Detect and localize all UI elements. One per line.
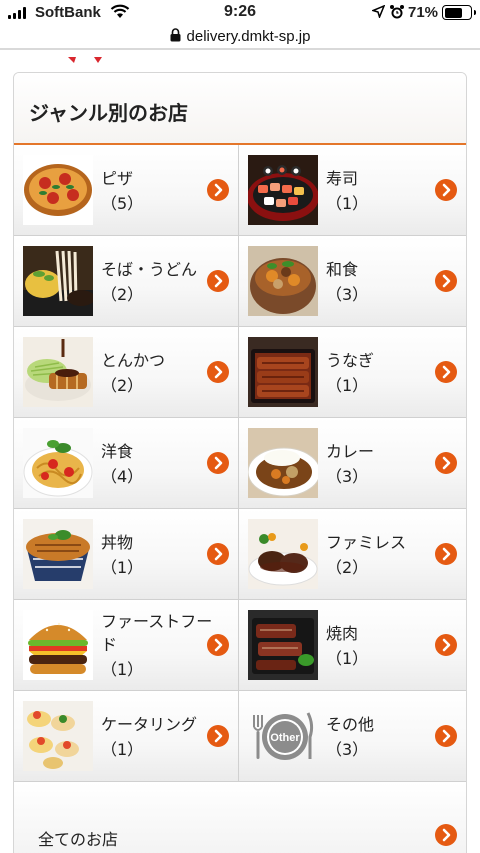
- chevron-right-icon[interactable]: [207, 543, 229, 565]
- genre-item-tonkatsu[interactable]: とんかつ （2）: [14, 327, 239, 418]
- genre-count: （1）: [101, 660, 144, 679]
- genre-grid: ピザ （5） 寿司 （1） そば・うどん （2） 和食 （3） とんかつ （2）…: [14, 145, 466, 782]
- tonkatsu-photo: [23, 337, 93, 407]
- genre-name: うなぎ: [326, 351, 375, 370]
- genre-name: 和食: [326, 260, 359, 279]
- sushi-photo: [248, 155, 318, 225]
- chevron-right-icon[interactable]: [207, 361, 229, 383]
- genre-count: （2）: [326, 558, 369, 577]
- unagi-photo: [248, 337, 318, 407]
- genre-count: （3）: [326, 740, 369, 759]
- chevron-right-icon[interactable]: [435, 361, 457, 383]
- genre-count: （3）: [326, 467, 369, 486]
- chevron-right-icon[interactable]: [435, 543, 457, 565]
- chevron-right-icon[interactable]: [435, 634, 457, 656]
- genre-count: （5）: [101, 194, 144, 213]
- genre-item-other[interactable]: Other その他 （3）: [239, 691, 466, 782]
- genre-item-washoku[interactable]: 和食 （3）: [239, 236, 466, 327]
- pizza-photo: [23, 155, 93, 225]
- genre-item-fastfood[interactable]: ファーストフード （1）: [14, 600, 239, 691]
- pasta-photo: [23, 428, 93, 498]
- site-logo-fragment: [66, 50, 106, 69]
- genre-count: （1）: [326, 649, 369, 668]
- lock-icon: [170, 27, 181, 46]
- chevron-right-icon[interactable]: [207, 634, 229, 656]
- curry-photo: [248, 428, 318, 498]
- genre-item-soba-udon[interactable]: そば・うどん （2）: [14, 236, 239, 327]
- genre-name: ファーストフード: [101, 612, 213, 654]
- genre-item-unagi[interactable]: うなぎ （1）: [239, 327, 466, 418]
- washoku-photo: [248, 246, 318, 316]
- genre-count: （2）: [101, 376, 144, 395]
- address-bar[interactable]: delivery.dmkt-sp.jp: [0, 24, 480, 48]
- genre-name: ファミレス: [326, 533, 407, 552]
- battery-icon: [442, 5, 476, 20]
- all-shops-label: 全てのお店: [38, 830, 119, 849]
- genre-count: （1）: [101, 740, 144, 759]
- soba-photo: [23, 246, 93, 316]
- chevron-right-icon[interactable]: [435, 270, 457, 292]
- genre-name: カレー: [326, 442, 375, 461]
- all-shops-link[interactable]: 全てのお店: [14, 782, 466, 853]
- location-icon: [370, 4, 386, 23]
- chevron-right-icon[interactable]: [435, 725, 457, 747]
- genre-item-yakiniku[interactable]: 焼肉 （1）: [239, 600, 466, 691]
- genre-item-yoshoku[interactable]: 洋食 （4）: [14, 418, 239, 509]
- genre-panel: ジャンル別のお店 ピザ （5） 寿司 （1） そば・うどん （2） 和食 （3）…: [13, 72, 467, 853]
- chevron-right-icon[interactable]: [207, 725, 229, 747]
- other-icon-text: Other: [270, 732, 300, 744]
- genre-name: 寿司: [326, 169, 359, 188]
- genre-item-curry[interactable]: カレー （3）: [239, 418, 466, 509]
- yakiniku-photo: [248, 610, 318, 680]
- other-plate-icon: Other: [248, 701, 318, 771]
- url-text: delivery.dmkt-sp.jp: [186, 27, 311, 45]
- genre-name: 洋食: [101, 442, 134, 461]
- genre-item-donburi[interactable]: 丼物 （1）: [14, 509, 239, 600]
- genre-item-catering[interactable]: ケータリング （1）: [14, 691, 239, 782]
- genre-name: 丼物: [101, 533, 134, 552]
- genre-name: とんかつ: [101, 351, 166, 370]
- genre-name: ケータリング: [101, 715, 198, 734]
- chevron-right-icon[interactable]: [207, 452, 229, 474]
- genre-item-famires[interactable]: ファミレス （2）: [239, 509, 466, 600]
- chevron-right-icon[interactable]: [435, 179, 457, 201]
- catering-photo: [23, 701, 93, 771]
- battery-percent: 71%: [408, 4, 439, 21]
- status-bar: SoftBank 9:26 71%: [0, 0, 480, 24]
- genre-item-sushi[interactable]: 寿司 （1）: [239, 145, 466, 236]
- panel-title: ジャンル別のお店: [29, 101, 188, 125]
- hamburg-photo: [248, 519, 318, 589]
- panel-header: ジャンル別のお店: [14, 73, 466, 145]
- genre-count: （2）: [101, 285, 144, 304]
- genre-name: 焼肉: [326, 624, 359, 643]
- genre-count: （4）: [101, 467, 144, 486]
- alarm-icon: [389, 4, 405, 25]
- genre-count: （1）: [326, 376, 369, 395]
- chevron-right-icon[interactable]: [435, 452, 457, 474]
- chevron-right-icon[interactable]: [207, 179, 229, 201]
- genre-count: （1）: [326, 194, 369, 213]
- chevron-right-icon[interactable]: [207, 270, 229, 292]
- genre-name: ピザ: [101, 169, 134, 188]
- genre-name: その他: [326, 715, 375, 734]
- genre-count: （3）: [326, 285, 369, 304]
- genre-name: そば・うどん: [101, 260, 198, 279]
- genre-count: （1）: [101, 558, 144, 577]
- genre-item-pizza[interactable]: ピザ （5）: [14, 145, 239, 236]
- chevron-right-icon[interactable]: [435, 824, 457, 846]
- donburi-photo: [23, 519, 93, 589]
- burger-photo: [23, 610, 93, 680]
